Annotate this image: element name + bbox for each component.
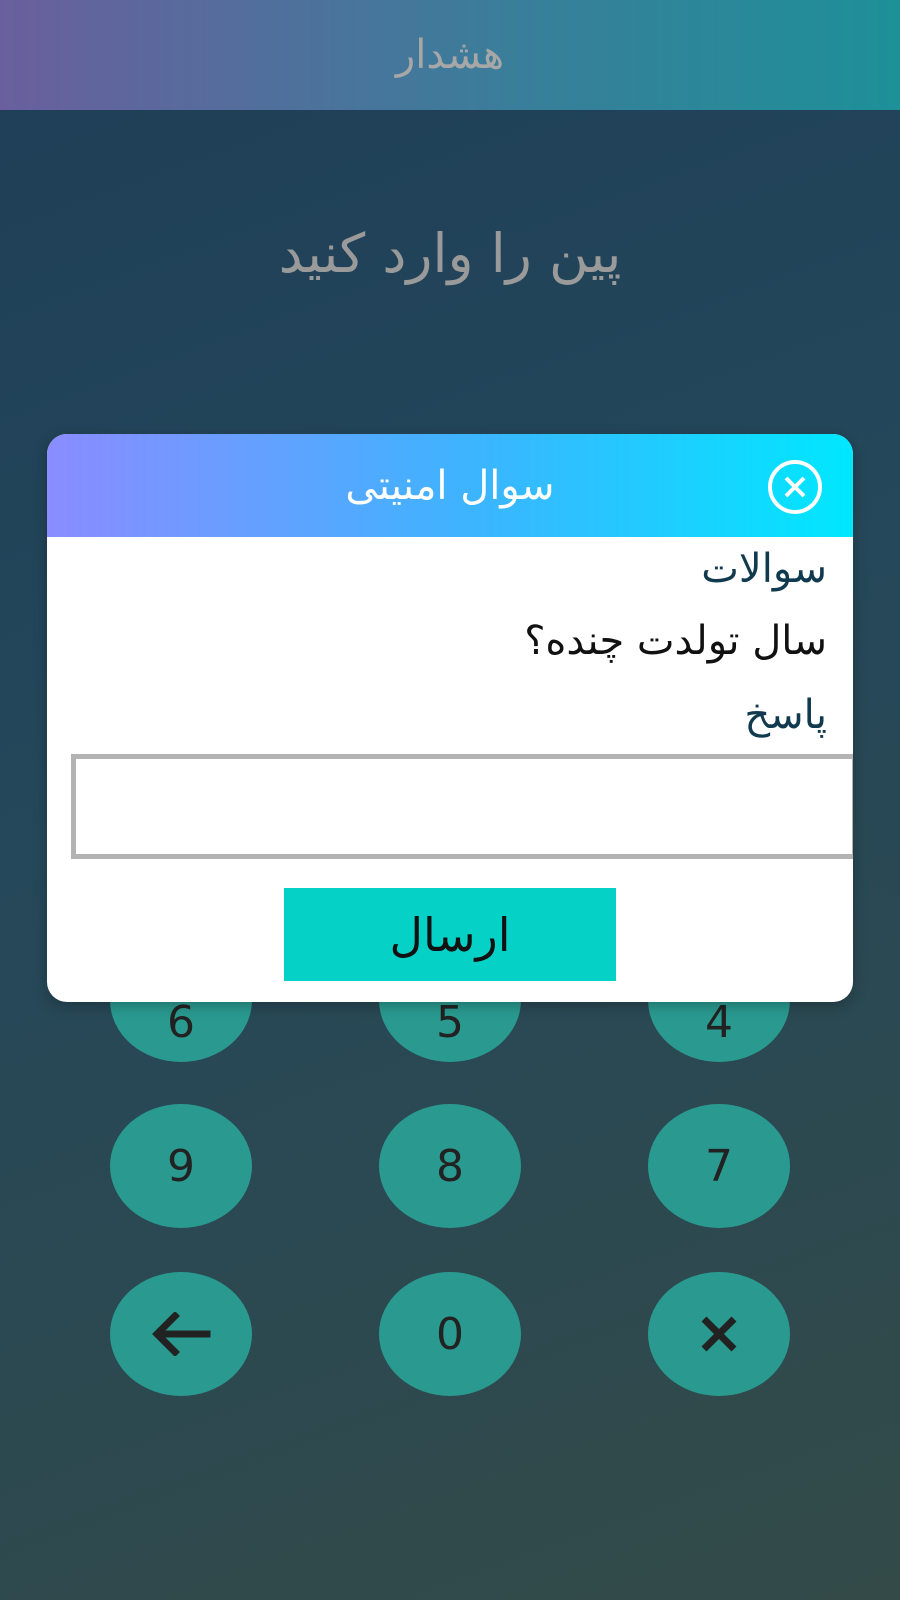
security-question-dialog: سوال امنیتی سوالات سال تولدت چنده؟ پاسخ … [47,434,853,1002]
header-title: هشدار [395,32,505,78]
close-circle-icon [768,460,822,514]
keypad-key-9[interactable]: 9 [110,1104,252,1228]
keypad-key-label: 6 [167,996,195,1048]
questions-label: سوالات [701,546,827,592]
app-header: هشدار [0,0,900,110]
security-question-text: سال تولدت چنده؟ [524,618,827,664]
arrow-left-icon [152,1312,211,1356]
keypad-key-label: 9 [167,1140,195,1192]
keypad-key-label: 0 [436,1308,464,1360]
dialog-title: سوال امنیتی [345,462,555,509]
dialog-close-button[interactable] [767,459,823,515]
answer-label: پاسخ [744,692,827,738]
keypad-key-label: 7 [705,1140,733,1192]
keypad-key-8[interactable]: 8 [379,1104,521,1228]
keypad-key-label: 5 [436,996,464,1048]
keypad-key-label: 4 [705,996,733,1048]
keypad-key-label: 8 [436,1140,464,1192]
keypad-clear-button[interactable] [648,1272,790,1396]
keypad-key-7[interactable]: 7 [648,1104,790,1228]
answer-input[interactable] [71,754,853,859]
keypad-key-0[interactable]: 0 [379,1272,521,1396]
dialog-header: سوال امنیتی [47,434,853,537]
submit-button[interactable]: ارسال [284,888,616,981]
close-x-icon [701,1316,737,1352]
keypad-backspace-button[interactable] [110,1272,252,1396]
pin-prompt-title: پین را وارد کنید [278,222,622,285]
